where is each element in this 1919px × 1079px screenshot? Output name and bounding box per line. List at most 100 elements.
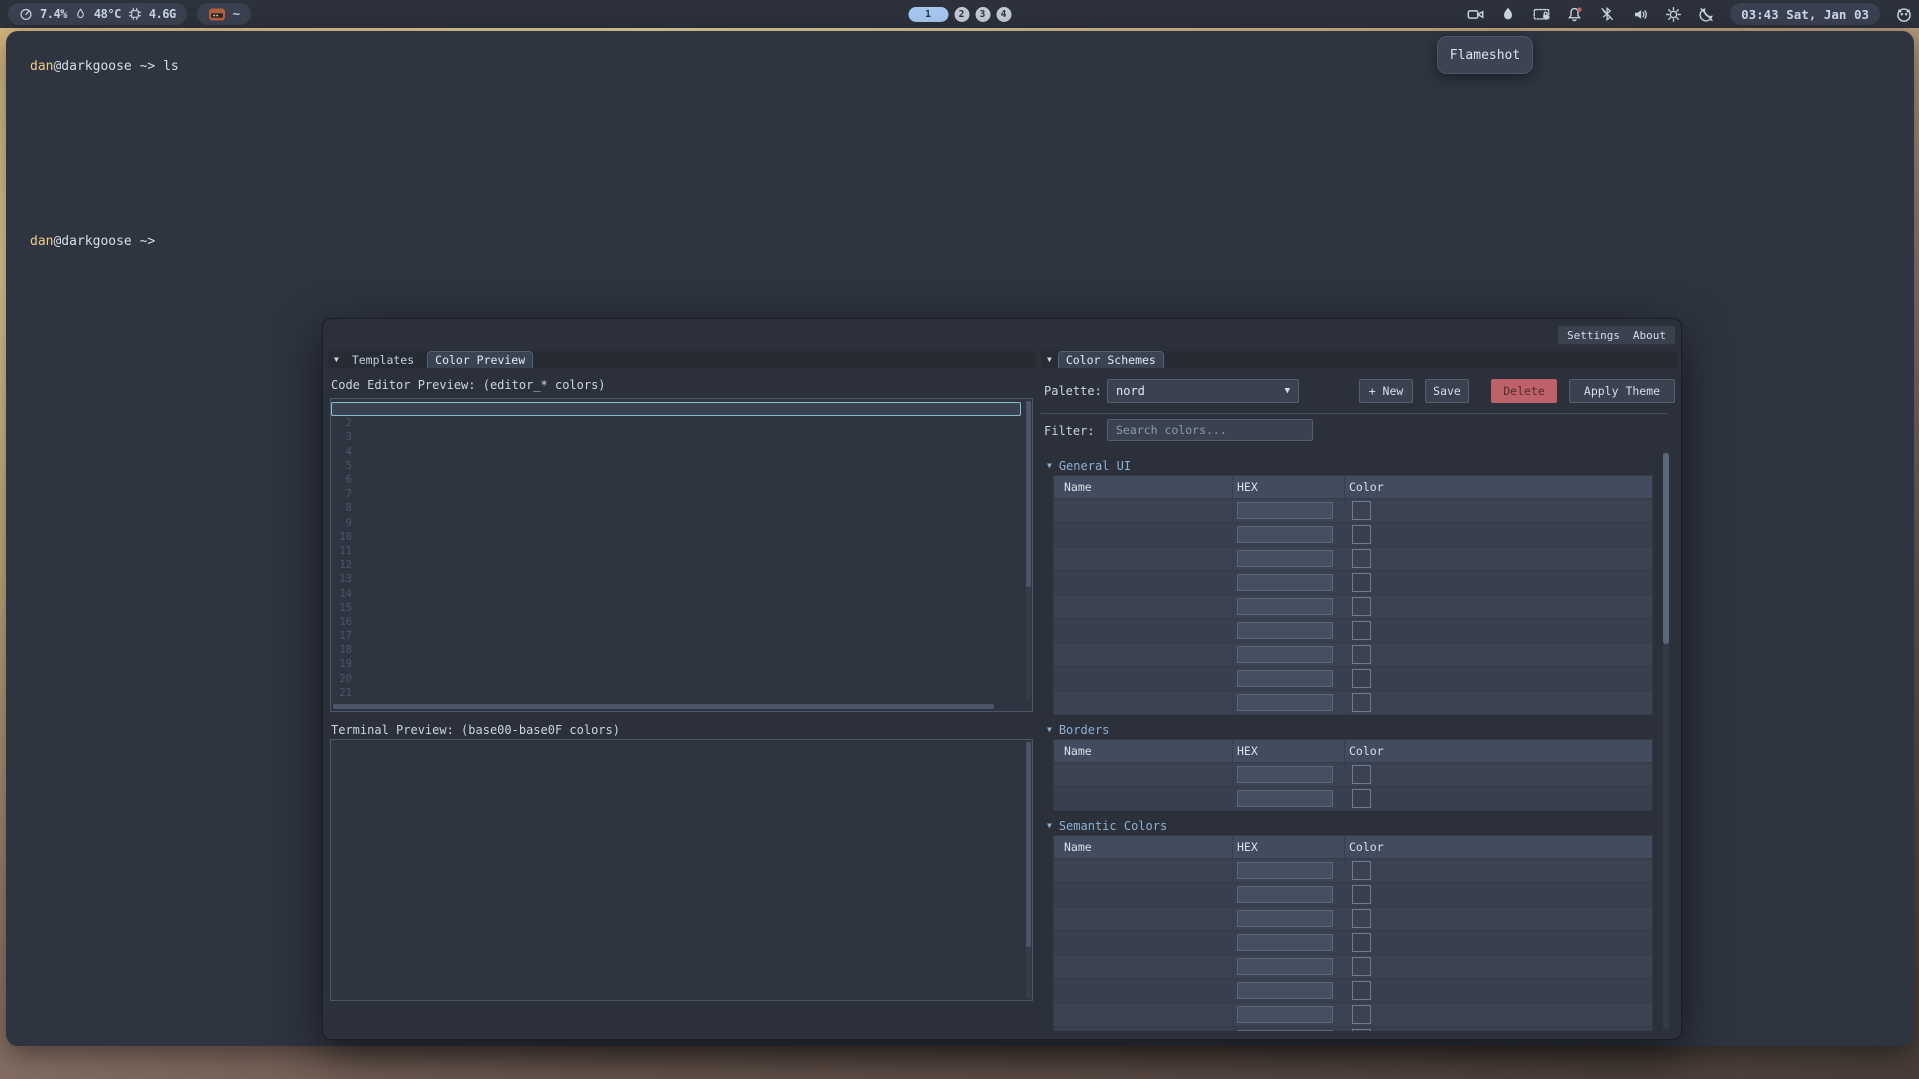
hex-value-field[interactable] <box>1237 982 1333 999</box>
new-palette-button[interactable]: + New <box>1359 379 1413 403</box>
color-row[interactable] <box>1054 546 1652 570</box>
hex-value-field[interactable] <box>1237 502 1333 519</box>
color-row[interactable] <box>1054 690 1652 714</box>
pane-vertical-scrollbar[interactable] <box>1663 451 1669 1029</box>
color-row[interactable] <box>1054 954 1652 978</box>
about-button[interactable]: About <box>1624 326 1675 344</box>
hex-value-field[interactable] <box>1237 934 1333 951</box>
bluetooth-off-icon[interactable] <box>1598 5 1616 23</box>
color-swatch[interactable] <box>1352 573 1371 592</box>
night-light-off-icon[interactable] <box>1697 5 1715 23</box>
color-swatch[interactable] <box>1352 765 1371 784</box>
hex-value-field[interactable] <box>1237 790 1333 807</box>
tab-color-schemes[interactable]: Color Schemes <box>1058 351 1164 368</box>
color-swatch[interactable] <box>1352 885 1371 904</box>
hex-value-field[interactable] <box>1237 622 1333 639</box>
system-stats-widget[interactable]: 7.4% 48°C 4.6G <box>8 3 187 25</box>
workspace-button[interactable]: 2 <box>954 7 969 22</box>
color-row[interactable] <box>1054 978 1652 1002</box>
screen-capture-lock-icon[interactable] <box>1532 5 1550 23</box>
collapse-arrow-icon[interactable]: ▼ <box>1047 821 1052 830</box>
color-swatch[interactable] <box>1352 981 1371 1000</box>
color-row[interactable] <box>1054 618 1652 642</box>
filter-input[interactable] <box>1107 419 1313 441</box>
palette-select[interactable]: nord ▼ <box>1107 379 1299 403</box>
settings-button[interactable]: Settings <box>1558 326 1629 344</box>
color-swatch[interactable] <box>1352 597 1371 616</box>
collapse-arrow-icon[interactable]: ▼ <box>1047 461 1052 470</box>
scrollbar-thumb[interactable] <box>1663 453 1669 644</box>
color-swatch[interactable] <box>1352 621 1371 640</box>
section-header[interactable]: ▼ Semantic Colors <box>1043 816 1655 835</box>
hex-value-field[interactable] <box>1237 958 1333 975</box>
save-palette-button[interactable]: Save <box>1425 379 1469 403</box>
hex-value-field[interactable] <box>1237 646 1333 663</box>
section-header[interactable]: ▼ Borders <box>1043 720 1655 739</box>
color-row[interactable] <box>1054 522 1652 546</box>
color-row[interactable] <box>1054 594 1652 618</box>
hex-value-field[interactable] <box>1237 766 1333 783</box>
apply-theme-button[interactable]: Apply Theme <box>1569 379 1675 403</box>
scrollbar-thumb[interactable] <box>333 704 994 709</box>
color-row[interactable] <box>1054 882 1652 906</box>
color-swatch[interactable] <box>1352 501 1371 520</box>
workspace-button[interactable]: 4 <box>996 7 1011 22</box>
tab-color-preview[interactable]: Color Preview <box>427 351 533 368</box>
scrollbar-thumb[interactable] <box>1026 742 1031 947</box>
color-row[interactable] <box>1054 1026 1652 1031</box>
volume-icon[interactable] <box>1631 5 1649 23</box>
hex-value-field[interactable] <box>1237 550 1333 567</box>
color-row[interactable] <box>1054 906 1652 930</box>
assistant-owl-icon[interactable] <box>1895 5 1913 23</box>
color-swatch[interactable] <box>1352 1029 1371 1031</box>
terminal-app-badge[interactable]: ~ <box>197 3 251 25</box>
flameshot-icon[interactable] <box>1499 5 1517 23</box>
color-swatch[interactable] <box>1352 957 1371 976</box>
editor-vertical-scrollbar[interactable] <box>1026 401 1031 701</box>
editor-horizontal-scrollbar[interactable] <box>333 704 1022 709</box>
hex-value-field[interactable] <box>1237 886 1333 903</box>
hex-value-field[interactable] <box>1237 1006 1333 1023</box>
scrollbar-thumb[interactable] <box>1026 401 1031 587</box>
color-swatch[interactable] <box>1352 861 1371 880</box>
video-camera-icon[interactable] <box>1466 5 1484 23</box>
section-header[interactable]: ▼ General UI <box>1043 456 1655 475</box>
hex-value-field[interactable] <box>1237 694 1333 711</box>
notifications-bell-icon[interactable] <box>1565 5 1583 23</box>
color-row[interactable] <box>1054 762 1652 786</box>
color-row[interactable] <box>1054 498 1652 522</box>
color-row[interactable] <box>1054 858 1652 882</box>
hex-value-field[interactable] <box>1237 574 1333 591</box>
hex-value-field[interactable] <box>1237 1030 1333 1031</box>
color-swatch[interactable] <box>1352 669 1371 688</box>
hex-value-field[interactable] <box>1237 862 1333 879</box>
color-row[interactable] <box>1054 570 1652 594</box>
color-swatch[interactable] <box>1352 1005 1371 1024</box>
hex-value-field[interactable] <box>1237 598 1333 615</box>
terminal-vertical-scrollbar[interactable] <box>1026 742 1031 998</box>
collapse-arrow-icon[interactable]: ▼ <box>1047 355 1052 364</box>
color-swatch[interactable] <box>1352 645 1371 664</box>
color-row[interactable] <box>1054 930 1652 954</box>
color-swatch[interactable] <box>1352 693 1371 712</box>
terminal-preview[interactable] <box>330 739 1033 1001</box>
clock-widget[interactable]: 03:43 Sat, Jan 03 <box>1730 3 1880 25</box>
collapse-arrow-icon[interactable]: ▼ <box>1047 725 1052 734</box>
hex-value-field[interactable] <box>1237 670 1333 687</box>
color-swatch[interactable] <box>1352 933 1371 952</box>
color-row[interactable] <box>1054 642 1652 666</box>
color-row[interactable] <box>1054 666 1652 690</box>
color-swatch[interactable] <box>1352 525 1371 544</box>
hex-value-field[interactable] <box>1237 526 1333 543</box>
brightness-icon[interactable] <box>1664 5 1682 23</box>
collapse-arrow-icon[interactable]: ▼ <box>334 355 339 364</box>
workspace-button[interactable]: 1 <box>908 7 948 22</box>
hex-value-field[interactable] <box>1237 910 1333 927</box>
color-swatch[interactable] <box>1352 909 1371 928</box>
tab-templates[interactable]: Templates <box>345 352 421 368</box>
color-row[interactable] <box>1054 1002 1652 1026</box>
workspace-button[interactable]: 3 <box>975 7 990 22</box>
color-swatch[interactable] <box>1352 549 1371 568</box>
code-editor-preview[interactable]: 2 3 <box>330 398 1033 712</box>
delete-palette-button[interactable]: Delete <box>1491 379 1557 403</box>
